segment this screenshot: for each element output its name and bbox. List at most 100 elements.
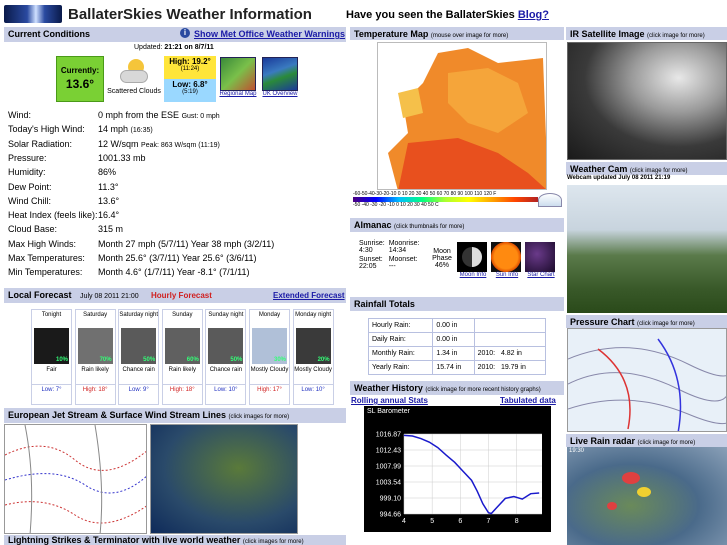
forecast-temp: Low: 10° (206, 384, 246, 394)
high-time: (11:24) (180, 66, 200, 72)
forecast-day[interactable]: Monday night 20% Mostly Cloudy Low: 10° (292, 309, 334, 405)
stat-label: Max Temperatures: (8, 253, 85, 263)
precip-chance: 30% (273, 357, 286, 363)
rainfall-row: Hourly Rain: 0.00 in (367, 318, 547, 333)
rolling-stats-link[interactable]: Rolling annual Stats (351, 396, 428, 405)
forecast-day[interactable]: Saturday 70% Rain likely High: 18° (74, 309, 116, 405)
high-temp: High: 19.2° (169, 57, 211, 66)
rain-prior-year: 2010: 19.79 in (473, 360, 547, 375)
uk-overview-thumb[interactable]: UK Overview (260, 57, 300, 101)
radar-time: 19:30 (569, 448, 585, 454)
blog-link[interactable]: Blog? (518, 9, 549, 21)
rainfall-header: Rainfall Totals (350, 297, 564, 311)
regional-map-thumb[interactable]: Regional Map (218, 57, 258, 101)
moonset: Moonset: --- (388, 256, 418, 270)
moon-info-thumb[interactable]: Moon Info (457, 242, 489, 278)
rain-value: 15.74 in (432, 360, 475, 375)
stat-row: Pressure: 1001.33 mb (8, 152, 338, 164)
hourly-forecast-link[interactable]: Hourly Forecast (151, 290, 212, 301)
forecast-temp: High: 17° (250, 384, 289, 394)
precip-chance: 50% (143, 357, 156, 363)
stat-row: Max Temperatures: Month 25.6° (3/7/11) Ye… (8, 252, 338, 264)
forecast-day[interactable]: Sunday night 50% Chance rain Low: 10° (205, 309, 247, 405)
rain-label: Yearly Rain: (367, 360, 434, 375)
y-tick-label: 1007.99 (376, 464, 401, 471)
almanac-table: Sunrise: 4:30 Moonrise: 14:34 Sunset: 22:05 M… (357, 239, 421, 271)
stat-label: Dew Point: (8, 181, 52, 192)
forecast-weather-icon: 10% (34, 328, 69, 364)
precip-chance: 60% (186, 357, 199, 363)
forecast-day[interactable]: Saturday night 50% Chance rain Low: 9° (118, 309, 160, 405)
info-icon: i (180, 28, 190, 38)
tabulated-data-link[interactable]: Tabulated data (500, 396, 556, 405)
forecast-desc: Chance rain (122, 367, 155, 373)
webcam-image[interactable] (567, 185, 727, 313)
webcam-updated: Webcam updated July 08 2011 21:19 (567, 175, 671, 181)
forecast-day[interactable]: Tonight 10% Fair Low: 7° (31, 309, 72, 405)
radar-header: Live Rain radar (click image for more) (566, 434, 727, 447)
currently-box: Currently: 13.6° (56, 56, 104, 102)
almanac-header: Almanac (click thumbnails for more) (350, 218, 564, 232)
forecast-temp: High: 18° (162, 384, 202, 394)
history-header: Weather History (click image for more re… (350, 381, 564, 395)
forecast-temp: Low: 9° (119, 384, 159, 394)
x-tick-label: 8 (515, 518, 519, 525)
forecast-day[interactable]: Sunday 60% Rain likely High: 18° (161, 309, 203, 405)
forecast-weather-icon: 50% (121, 328, 157, 364)
satellite-header: IR Satellite Image (click image for more… (566, 27, 727, 40)
sun-info-thumb[interactable]: Sun Info (491, 242, 523, 278)
met-office-warnings-link[interactable]: Show Met Office Weather Warnings (194, 29, 345, 40)
temp-map-logo (538, 193, 562, 207)
y-tick-label: 1016.87 (376, 432, 401, 439)
stat-value: 1001.33 mb (98, 152, 146, 163)
forecast-day-name: Monday (258, 312, 281, 318)
extended-forecast-link[interactable]: Extended Forecast (273, 290, 345, 301)
forecast-weather-icon: 60% (164, 328, 200, 364)
rainfall-row: Monthly Rain: 1.34 in 2010: 4.82 in (367, 346, 547, 361)
moon-icon (457, 242, 487, 272)
stat-row: Wind Chill: 13.6° (8, 195, 338, 207)
forecast-temp: Low: 7° (32, 384, 71, 394)
barometer-svg: 1016.87 1012.43 1007.99 1003.54 999.10 994.66… (376, 432, 542, 525)
currently-value: 13.6° (65, 77, 95, 91)
radar-image[interactable]: 19:30 (567, 447, 727, 545)
forecast-weather-icon: 70% (77, 328, 113, 364)
satellite-image[interactable] (567, 42, 727, 160)
site-logo[interactable] (4, 5, 62, 23)
star-chart-icon (525, 242, 555, 272)
stat-label: Heat Index (feels like): (8, 210, 98, 221)
forecast-desc: Fair (46, 367, 57, 373)
pressure-chart-image[interactable] (567, 328, 727, 432)
forecast-day-name: Sunday night (208, 312, 244, 318)
forecast-desc: Rain likely (81, 367, 109, 373)
barometer-chart[interactable]: SL Barometer 1016.87 1012.43 1007.99 1003.5… (364, 406, 551, 532)
forecast-desc: Mostly Cloudy (294, 367, 332, 373)
sun-icon (491, 242, 521, 272)
stat-row: Min Temperatures: Month 4.6° (1/7/11) Yea… (8, 266, 338, 278)
x-tick-label: 4 (402, 518, 406, 525)
forecast-day-name: Saturday night (119, 312, 159, 318)
star-chart-thumb[interactable]: Star Chart (525, 242, 557, 278)
rainfall-row: Daily Rain: 0.00 in (367, 332, 547, 347)
y-tick-label: 1012.43 (376, 448, 401, 455)
forecast-desc: Chance rain (209, 367, 243, 373)
moonrise: Moonrise: 14:34 (388, 240, 420, 254)
x-tick-label: 7 (487, 518, 491, 525)
sunrise: Sunrise: 4:30 (359, 240, 385, 254)
x-tick-label: 6 (458, 518, 462, 525)
sunset: Sunset: 22:05 (359, 256, 383, 270)
stat-value: 86% (98, 167, 117, 178)
precip-chance: 70% (99, 357, 112, 363)
stat-row: Cloud Base: 315 m (8, 223, 338, 235)
condition-panel: Scattered Clouds (104, 56, 164, 102)
temperature-map[interactable] (377, 42, 547, 190)
forecast-day-name: Sunday (172, 312, 193, 318)
forecast-day[interactable]: Monday 30% Mostly Cloudy High: 17° (249, 309, 290, 405)
promo-banner: Have you seen the BallaterSkies Blog? (346, 9, 549, 21)
surface-wind-map[interactable] (150, 424, 298, 534)
jetstream-chart[interactable] (4, 424, 147, 534)
stat-label: Min Temperatures: (8, 267, 83, 278)
low-temp: Low: 6.8° (172, 80, 208, 89)
rain-value: 0.00 in (432, 318, 475, 333)
stat-label: Wind Chill: (8, 195, 52, 206)
